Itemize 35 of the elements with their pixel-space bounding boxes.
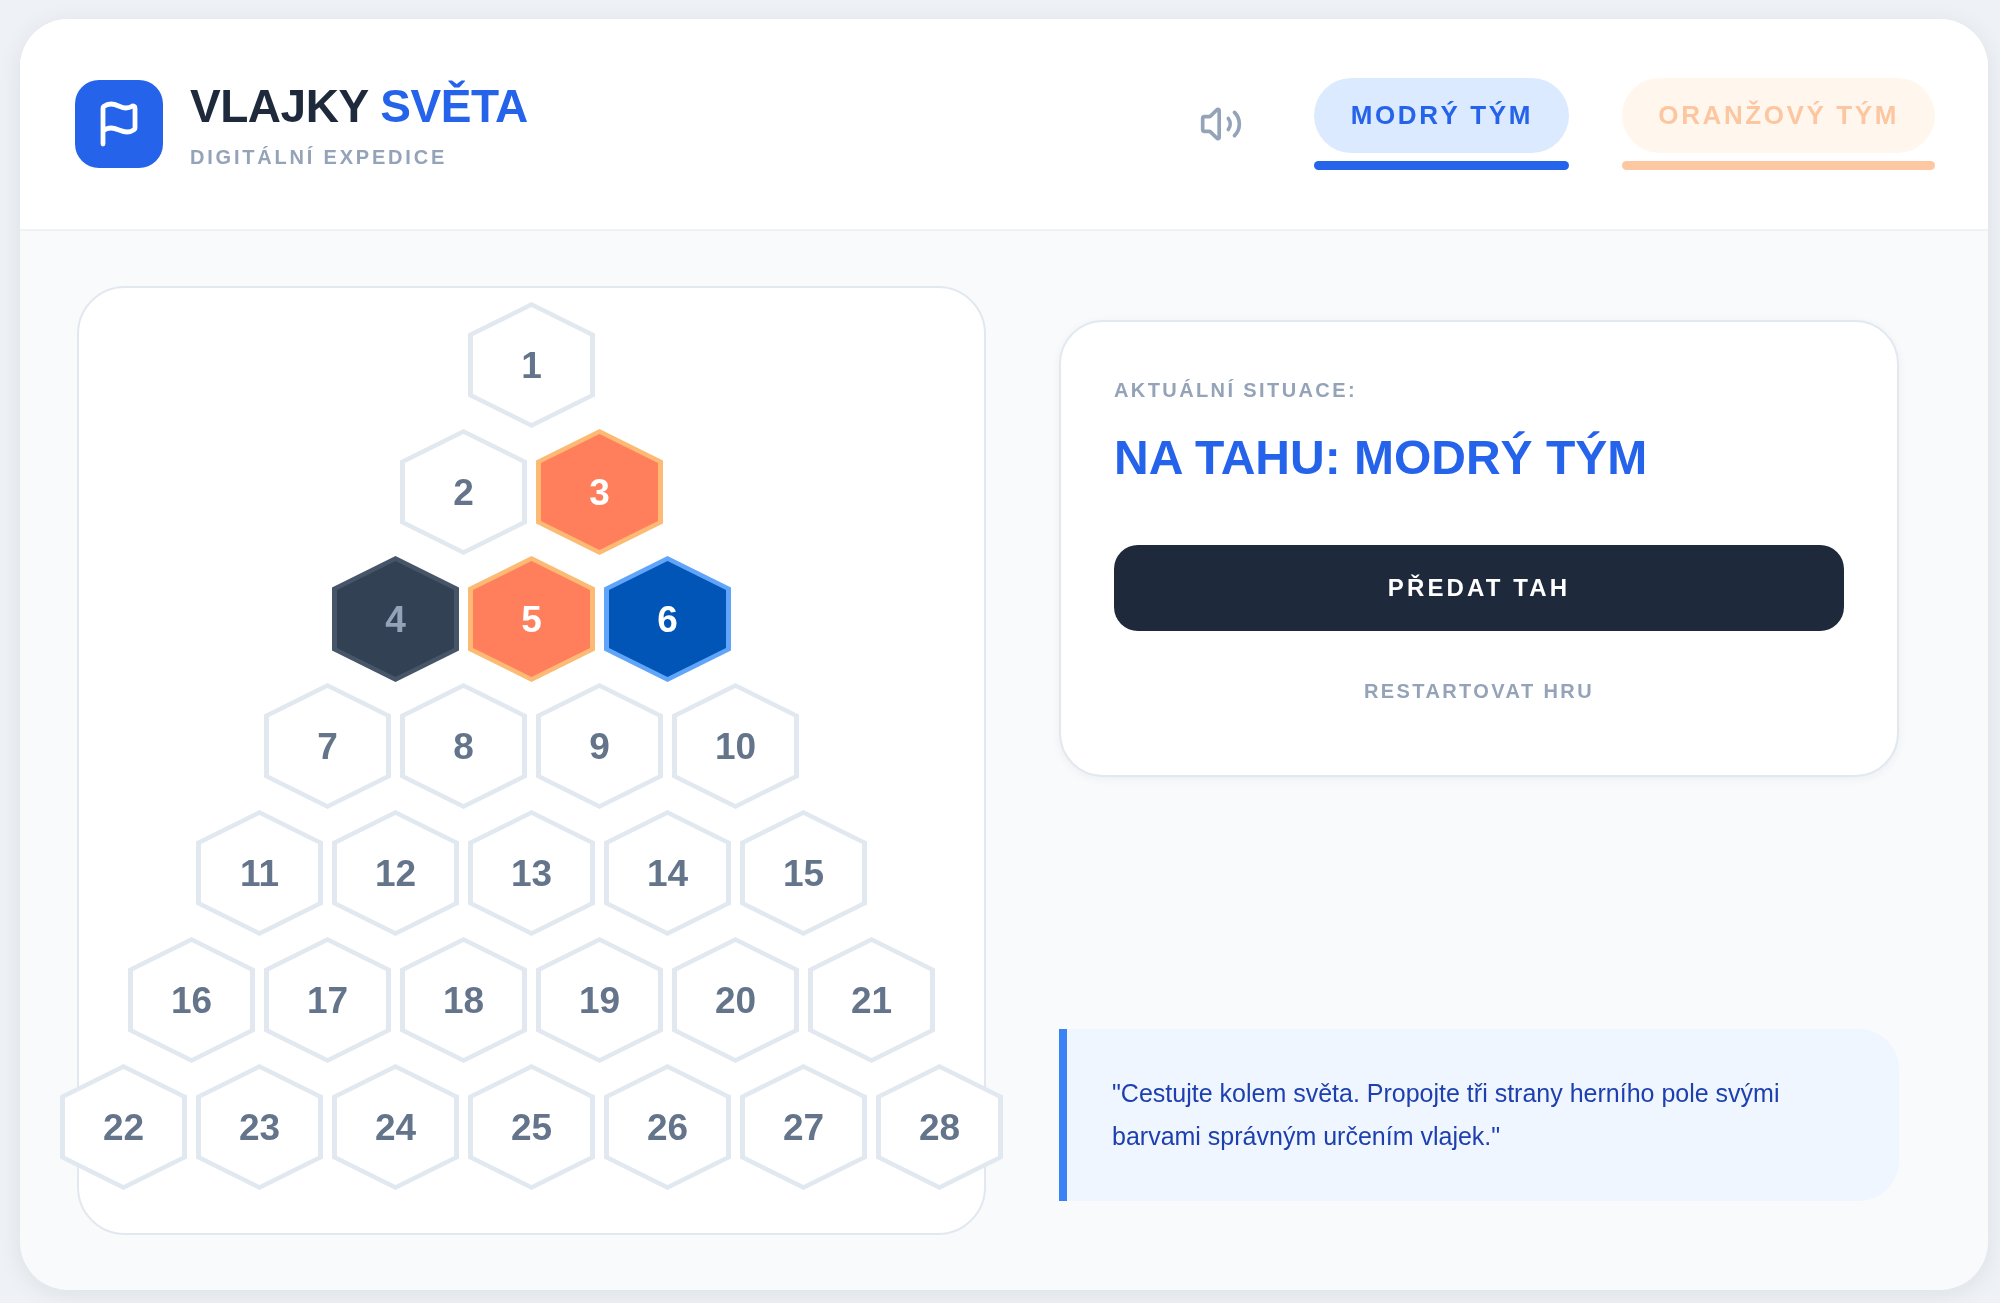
hex-tile[interactable]: 12 (332, 810, 459, 936)
hex-tile[interactable]: 14 (604, 810, 731, 936)
hex-tile[interactable]: 16 (128, 937, 255, 1063)
hex-tile[interactable]: 26 (604, 1064, 731, 1190)
hex-tile[interactable]: 24 (332, 1064, 459, 1190)
hex-tile[interactable]: 5 (468, 556, 595, 682)
quote-text: "Cestujte kolem světa. Propojte tři strany herního pole svými barvami správným určením vlajek." (1112, 1078, 1781, 1152)
pass-turn-button[interactable]: PŘEDAT TAH (1114, 545, 1844, 631)
hex-tile[interactable]: 11 (196, 810, 323, 936)
hex-tile[interactable]: 1 (468, 302, 595, 428)
hex-tile[interactable]: 21 (808, 937, 935, 1063)
hex-tile[interactable]: 22 (60, 1064, 187, 1190)
hex-tile[interactable]: 25 (468, 1064, 595, 1190)
hex-tile[interactable]: 4 (332, 556, 459, 682)
hex-tile[interactable]: 10 (672, 683, 799, 809)
hex-tile[interactable]: 13 (468, 810, 595, 936)
hex-tile[interactable]: 7 (264, 683, 391, 809)
flag-icon (75, 80, 163, 168)
restart-button[interactable]: RESTARTOVAT HRU (1363, 681, 1595, 701)
hex-tile[interactable]: 28 (876, 1064, 1003, 1190)
hex-tile[interactable]: 8 (400, 683, 527, 809)
hex-tile[interactable]: 2 (400, 429, 527, 555)
hex-tile[interactable]: 23 (196, 1064, 323, 1190)
hex-tile[interactable]: 15 (740, 810, 867, 936)
hex-tile[interactable]: 18 (400, 937, 527, 1063)
hex-tile[interactable]: 19 (536, 937, 663, 1063)
status-label: AKTUÁLNÍ SITUACE: (1114, 380, 1357, 400)
hex-tile[interactable]: 20 (672, 937, 799, 1063)
team-tab[interactable]: MODRÝ TÝM (1314, 78, 1570, 153)
hex-tile[interactable]: 3 (536, 429, 663, 555)
hex-tile[interactable]: 6 (604, 556, 731, 682)
app-subtitle: DIGITÁLNÍ EXPEDICE (190, 147, 449, 167)
hex-tile[interactable]: 17 (264, 937, 391, 1063)
hex-tile[interactable]: 27 (740, 1064, 867, 1190)
hex-tile[interactable]: 9 (536, 683, 663, 809)
